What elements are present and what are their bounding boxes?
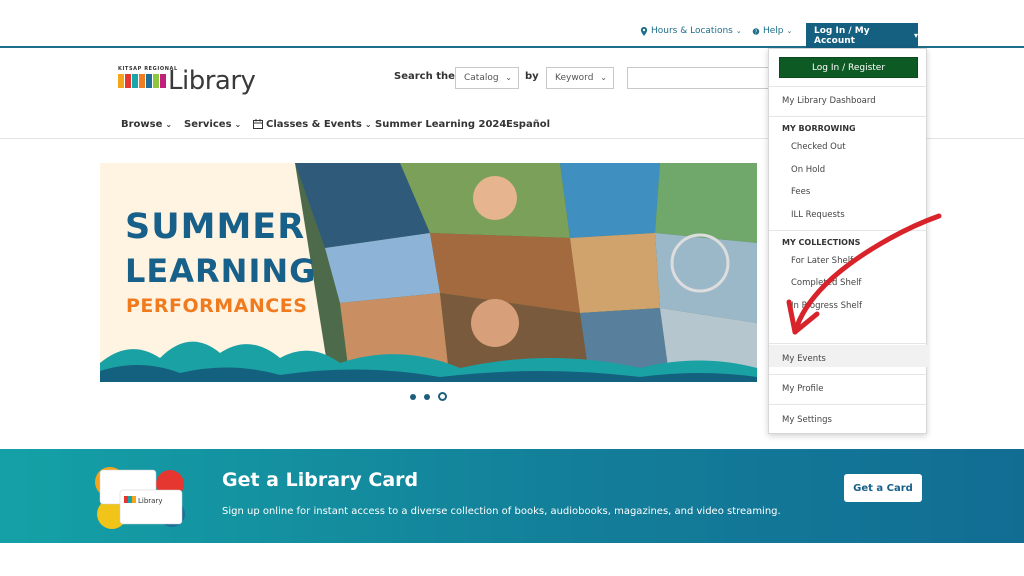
menu-item-my-settings[interactable]: My Settings (769, 415, 928, 425)
nav-espanol-label: Español (506, 118, 551, 130)
library-card-banner: Library Get a Library Card Sign up onlin… (0, 449, 1024, 543)
chevron-down-icon: ⌄ (165, 119, 173, 129)
logo-wordmark: Library (168, 66, 256, 96)
nav-browse-label: Browse (121, 118, 163, 130)
calendar-icon (253, 119, 263, 129)
menu-item-checked-out[interactable]: Checked Out (769, 142, 928, 152)
card-banner-title: Get a Library Card (222, 469, 419, 491)
carousel-dot-1[interactable] (410, 393, 416, 400)
search-label: Search the (394, 71, 455, 82)
nav-summer-learning[interactable]: Summer Learning 2024 (375, 117, 506, 131)
svg-text:?: ? (755, 29, 758, 35)
hours-locations-link[interactable]: Hours & Locations ⌄ (640, 26, 742, 36)
nav-classes-events-label: Classes & Events (266, 118, 362, 130)
menu-item-my-profile[interactable]: My Profile (769, 384, 928, 394)
chevron-down-icon: ▾ (913, 31, 918, 40)
hero-headline-line2: LEARNING (125, 252, 317, 290)
hero-headline-line1: SUMMER (125, 207, 306, 247)
chevron-down-icon: ⌄ (600, 73, 607, 82)
menu-item-my-events[interactable]: My Events (769, 354, 928, 364)
account-menu-button[interactable]: Log In / My Account ▾ (806, 23, 918, 48)
menu-divider (769, 86, 928, 87)
search-scope-value: Catalog (464, 73, 499, 83)
card-illustration-label: Library (138, 497, 163, 505)
chevron-down-icon: ⌄ (735, 27, 742, 35)
map-pin-icon (640, 26, 648, 36)
menu-item-fees[interactable]: Fees (769, 187, 928, 197)
menu-item-dashboard[interactable]: My Library Dashboard (769, 96, 928, 106)
search-by-label: by (525, 71, 539, 82)
annotation-arrow-icon (786, 213, 942, 335)
menu-heading-borrowing: MY BORROWING (782, 124, 856, 133)
help-link[interactable]: ? Help ⌄ (752, 26, 792, 36)
account-menu-label: Log In / My Account (814, 25, 870, 46)
nav-classes-events[interactable]: Classes & Events ⌄ (253, 117, 372, 131)
search-field-select[interactable]: Keyword ⌄ (546, 67, 614, 89)
hero-carousel-slide[interactable]: SUMMER LEARNING PERFORMANCES (100, 163, 757, 382)
hours-locations-label: Hours & Locations (651, 26, 733, 36)
search-scope-select[interactable]: Catalog ⌄ (455, 67, 519, 89)
chevron-down-icon: ⌄ (505, 73, 512, 82)
menu-item-on-hold[interactable]: On Hold (769, 165, 928, 175)
chevron-down-icon: ⌄ (786, 27, 793, 35)
nav-browse[interactable]: Browse ⌄ (121, 117, 172, 131)
question-icon: ? (752, 27, 760, 35)
nav-services[interactable]: Services ⌄ (184, 117, 241, 131)
carousel-pagination (410, 392, 447, 401)
get-a-card-label: Get a Card (853, 482, 913, 494)
nav-espanol[interactable]: Español (506, 117, 550, 131)
menu-divider (769, 116, 928, 117)
chevron-down-icon: ⌄ (234, 119, 242, 129)
hero-headline-line3: PERFORMANCES (126, 295, 308, 317)
search-input[interactable] (627, 67, 777, 89)
nav-services-label: Services (184, 118, 232, 130)
library-logo[interactable]: KITSAP REGIONAL Library (118, 66, 258, 96)
search-field-value: Keyword (555, 73, 594, 83)
menu-divider (769, 374, 928, 375)
carousel-dot-3[interactable] (438, 392, 447, 401)
card-banner-subtitle: Sign up online for instant access to a d… (222, 506, 781, 517)
logo-color-bars (118, 74, 166, 88)
menu-divider (769, 404, 928, 405)
help-label: Help (763, 26, 784, 36)
nav-summer-learning-label: Summer Learning 2024 (375, 118, 507, 130)
chevron-down-icon: ⌄ (364, 119, 372, 129)
get-a-card-button[interactable]: Get a Card (844, 474, 922, 502)
carousel-dot-2[interactable] (424, 393, 430, 400)
library-homepage: Hours & Locations ⌄ ? Help ⌄ Log In / My… (0, 0, 1024, 576)
utility-bar: Hours & Locations ⌄ ? Help ⌄ Log In / My… (0, 0, 1024, 48)
login-register-button[interactable]: Log In / Register (779, 57, 918, 78)
login-register-label: Log In / Register (811, 62, 886, 73)
